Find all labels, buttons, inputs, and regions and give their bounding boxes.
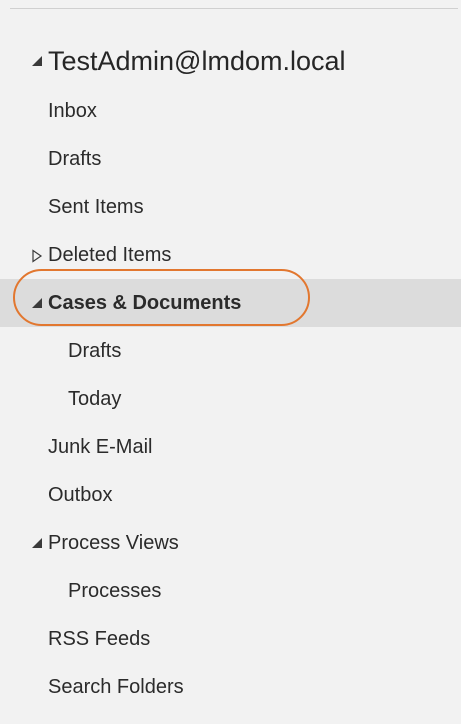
folder-item-outbox[interactable]: Outbox [0,471,461,519]
folder-item-deleted-items[interactable]: Deleted Items [0,231,461,279]
folder-item-sent-items[interactable]: Sent Items [0,183,461,231]
folder-item-cases-drafts[interactable]: Drafts [0,327,461,375]
folder-label: Deleted Items [48,243,172,266]
collapsed-triangle-icon[interactable] [31,249,43,263]
folder-item-today[interactable]: Today [0,375,461,423]
folder-label: Drafts [48,147,102,170]
folder-label: Processes [68,579,162,602]
expanded-triangle-icon[interactable] [31,55,43,67]
folder-item-cases-documents[interactable]: Cases & Documents [0,279,461,327]
expanded-triangle-icon[interactable] [31,537,43,549]
folder-label: Drafts [68,339,122,362]
folder-item-processes[interactable]: Processes [0,567,461,615]
folder-item-rss-feeds[interactable]: RSS Feeds [0,615,461,663]
folder-label: Process Views [48,531,179,554]
folder-label: Search Folders [48,675,184,698]
folder-label: Sent Items [48,195,144,218]
folder-tree: TestAdmin@lmdom.local Inbox Drafts Sent … [0,35,461,711]
folder-item-inbox[interactable]: Inbox [0,87,461,135]
folder-label: Outbox [48,483,113,506]
pane-divider [10,8,458,9]
folder-label: Today [68,387,122,410]
account-label: TestAdmin@lmdom.local [48,45,346,76]
folder-item-search-folders[interactable]: Search Folders [0,663,461,711]
account-node[interactable]: TestAdmin@lmdom.local [0,35,461,87]
folder-label: Cases & Documents [48,291,242,314]
folder-item-drafts[interactable]: Drafts [0,135,461,183]
folder-label: Inbox [48,99,97,122]
folder-item-junk-email[interactable]: Junk E-Mail [0,423,461,471]
folder-label: RSS Feeds [48,627,151,650]
folder-item-process-views[interactable]: Process Views [0,519,461,567]
folder-pane: TestAdmin@lmdom.local Inbox Drafts Sent … [0,0,461,724]
expanded-triangle-icon[interactable] [31,297,43,309]
folder-label: Junk E-Mail [48,435,153,458]
